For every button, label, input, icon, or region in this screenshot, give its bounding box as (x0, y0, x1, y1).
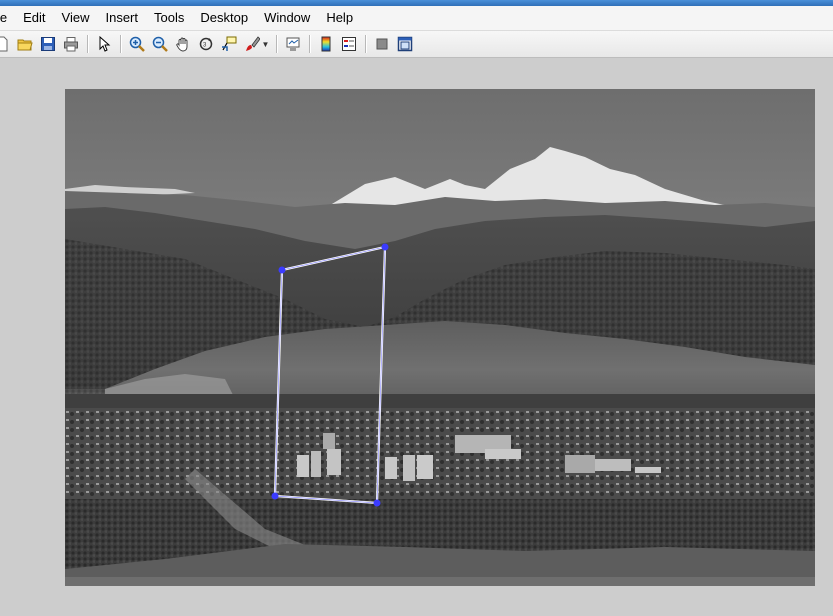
save-icon[interactable] (38, 34, 58, 54)
colorbar-icon[interactable] (316, 34, 336, 54)
menu-window[interactable]: Window (256, 7, 318, 29)
menu-file[interactable]: le (0, 7, 15, 29)
brush-dropdown-icon[interactable]: ▼ (262, 34, 270, 54)
roi-vertex-handle[interactable] (373, 499, 381, 507)
roi-vertex-handle[interactable] (381, 243, 389, 251)
toolbar-separator (86, 35, 89, 53)
grayscale-landscape-image (65, 89, 815, 586)
menu-tools[interactable]: Tools (146, 7, 192, 29)
brush-icon[interactable] (242, 34, 262, 54)
menu-desktop[interactable]: Desktop (192, 7, 256, 29)
figure-toolbar: 3 ▼ (0, 31, 833, 58)
zoom-out-icon[interactable] (150, 34, 170, 54)
open-file-icon[interactable] (15, 34, 35, 54)
hide-plot-tools-icon[interactable] (372, 34, 392, 54)
roi-vertex-handle[interactable] (278, 266, 286, 274)
menu-edit[interactable]: Edit (15, 7, 53, 29)
print-icon[interactable] (61, 34, 81, 54)
pan-hand-icon[interactable] (173, 34, 193, 54)
menu-bar: le Edit View Insert Tools Desktop Window… (0, 6, 833, 31)
data-cursor-icon[interactable] (219, 34, 239, 54)
rotate-3d-icon[interactable]: 3 (196, 34, 216, 54)
menu-view[interactable]: View (54, 7, 98, 29)
menu-help[interactable]: Help (318, 7, 361, 29)
zoom-in-icon[interactable] (127, 34, 147, 54)
legend-icon[interactable] (339, 34, 359, 54)
toolbar-separator (119, 35, 122, 53)
menu-insert[interactable]: Insert (97, 7, 146, 29)
toolbar-separator (308, 35, 311, 53)
svg-text:3: 3 (203, 43, 207, 49)
toolbar-separator (364, 35, 367, 53)
link-plot-icon[interactable] (283, 34, 303, 54)
edit-plot-arrow-icon[interactable] (94, 34, 114, 54)
roi-vertex-handle[interactable] (271, 492, 279, 500)
new-figure-icon[interactable] (0, 34, 12, 54)
show-plot-tools-icon[interactable] (395, 34, 415, 54)
toolbar-separator (275, 35, 278, 53)
